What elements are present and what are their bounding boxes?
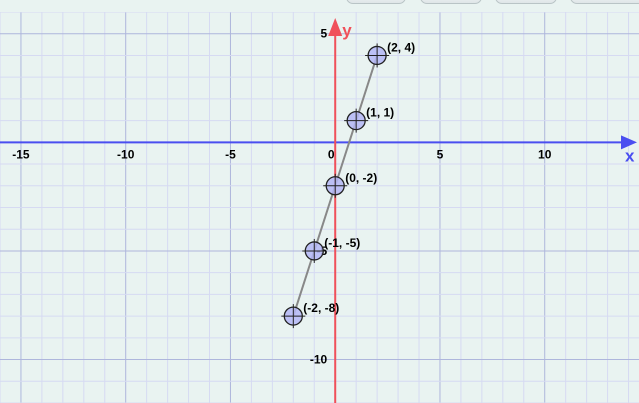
data-point[interactable]: (0, -2) [323, 171, 377, 198]
x-tick-label: 10 [538, 147, 552, 161]
grid [0, 12, 639, 403]
data-point[interactable]: (2, 4) [365, 40, 415, 68]
data-point[interactable]: (1, 1) [344, 106, 394, 133]
y-tick-label: -10 [310, 353, 328, 367]
point-label: (0, -2) [345, 171, 377, 185]
toolbar-tab-1[interactable] [346, 0, 406, 4]
toolbar-tab-3[interactable] [495, 0, 557, 4]
y-tick-label: 5 [321, 27, 328, 41]
x-tick-label: -5 [225, 147, 236, 161]
toolbar-tab-2[interactable] [420, 0, 482, 4]
point-label: (2, 4) [387, 40, 415, 54]
toolbar-tab-4[interactable] [570, 0, 639, 4]
data-point[interactable]: (-2, -8) [281, 301, 339, 329]
toolbar-tabs [0, 0, 639, 12]
axes: x y [0, 18, 637, 403]
y-axis-arrow [328, 18, 343, 36]
point-label: (-2, -8) [303, 301, 339, 315]
coordinate-plane[interactable]: x y -15-10-505105-5-10 (-2, -8)(-1, -5)(… [0, 12, 639, 403]
x-tick-label: -10 [117, 147, 135, 161]
x-tick-label: 0 [328, 147, 335, 161]
data-points: (-2, -8) (-1, -5) (0, -2) (1, 1) (2, 4) [281, 40, 415, 329]
point-label: (1, 1) [366, 106, 394, 120]
x-tick-label: 5 [437, 147, 444, 161]
graph-panel: x y -15-10-505105-5-10 (-2, -8)(-1, -5)(… [0, 12, 639, 403]
data-point[interactable]: (-1, -5) [302, 236, 360, 263]
point-label: (-1, -5) [324, 236, 360, 250]
x-tick-label: -15 [12, 147, 30, 161]
x-axis-label: x [625, 146, 635, 165]
y-axis-label: y [342, 21, 352, 40]
tick-labels: -15-10-505105-5-10 [12, 27, 551, 367]
